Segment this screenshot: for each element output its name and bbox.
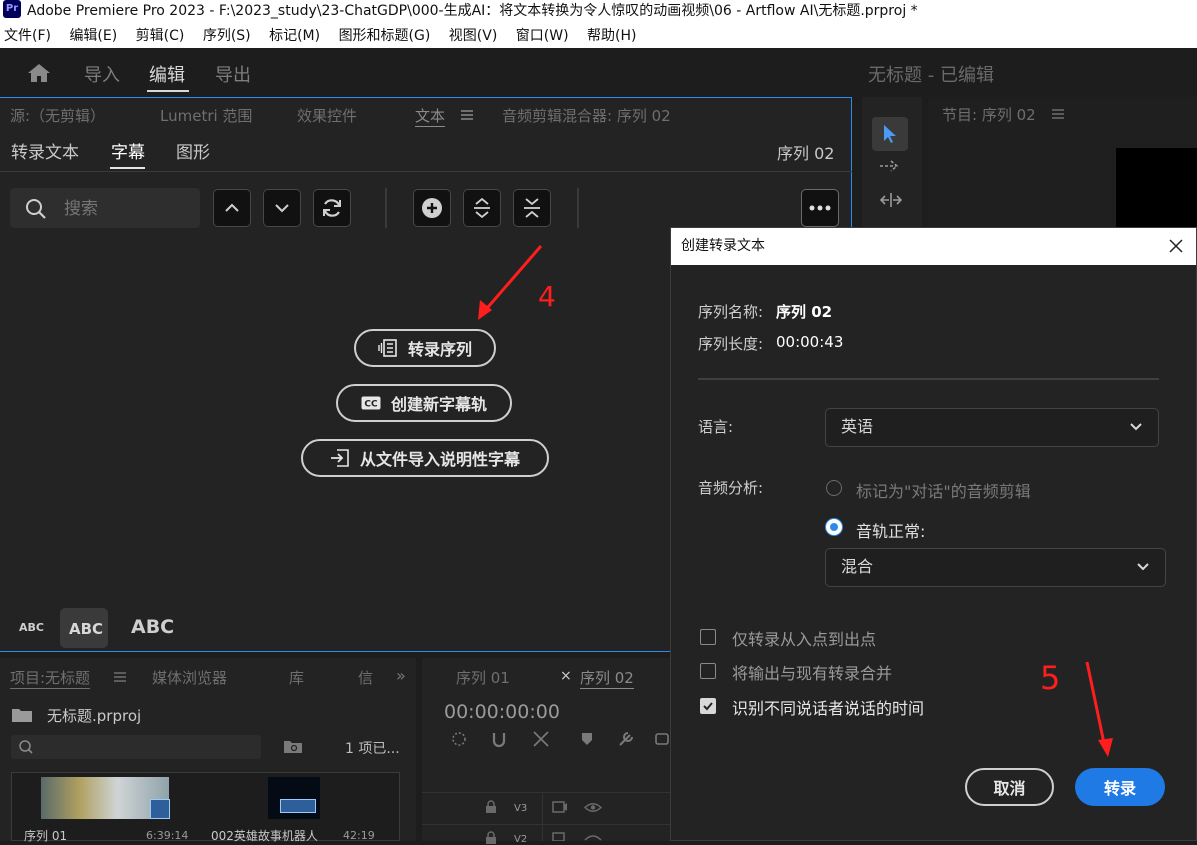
annotation-step-5: 5 — [1040, 659, 1061, 697]
annotation-arrows — [478, 245, 1113, 757]
annotation-step-4: 4 — [538, 280, 556, 313]
annotation-arrow-head — [1098, 738, 1113, 757]
